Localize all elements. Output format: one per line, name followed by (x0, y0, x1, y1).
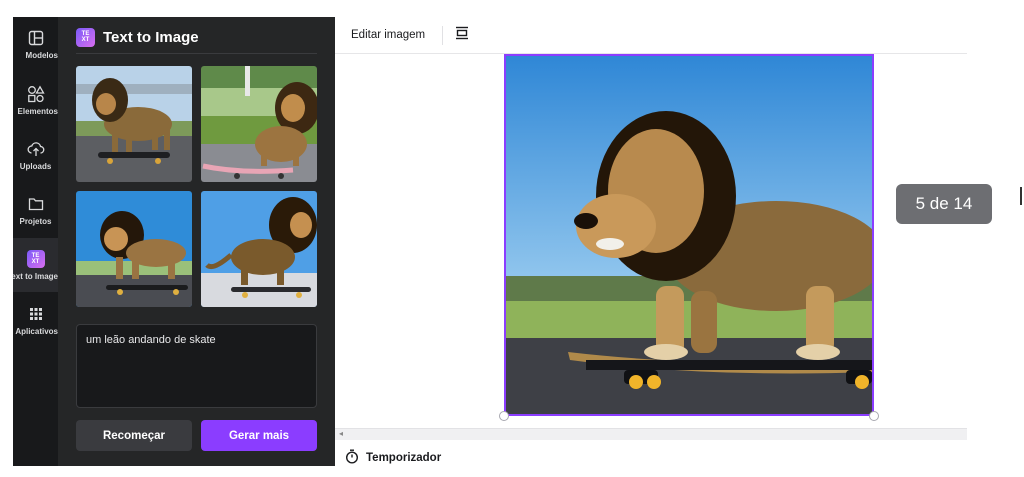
timer-button[interactable]: Temporizador (345, 449, 441, 467)
sidebar-item-elementos[interactable]: Elementos (13, 73, 58, 127)
sidebar-item-uploads[interactable]: Uploads (13, 128, 58, 182)
result-thumbnail-1[interactable] (76, 66, 192, 182)
page-indicator: 5 de 14 (896, 184, 992, 224)
resize-handle-bottom-left[interactable] (499, 411, 509, 421)
divider (442, 26, 443, 45)
sidebar-item-label: Elementos (17, 107, 58, 116)
selected-canvas-image[interactable] (504, 54, 874, 416)
sidebar-item-label: Text to Image (13, 272, 58, 281)
divider (76, 53, 317, 54)
text-to-image-app-icon: TE XT (26, 249, 46, 269)
resize-handle-bottom-right[interactable] (869, 411, 879, 421)
timer-label: Temporizador (366, 452, 442, 464)
result-thumbnail-4[interactable] (201, 191, 317, 307)
panel-header: TE XT Text to Image (76, 26, 199, 48)
editor-footer: Temporizador (335, 441, 967, 473)
position-button[interactable] (452, 25, 472, 45)
panel-title: Text to Image (103, 28, 199, 46)
app-frame: Modelos Elementos Uploads Projetos TE XT … (0, 0, 1024, 477)
stopwatch-icon (345, 449, 359, 467)
folder-icon (26, 194, 46, 214)
scroll-left-icon[interactable]: ◂ (339, 429, 343, 438)
generate-more-button[interactable]: Gerar mais (201, 420, 317, 451)
layout-icon (26, 28, 46, 48)
restart-button[interactable]: Recomeçar (76, 420, 192, 451)
text-cursor (1020, 187, 1022, 205)
shapes-icon (26, 84, 46, 104)
sidebar-item-label: Uploads (19, 162, 52, 171)
prompt-textarea[interactable]: um leão andando de skate (76, 324, 317, 408)
edit-image-button[interactable]: Editar imagem (343, 25, 433, 45)
sidebar-rail: Modelos Elementos Uploads Projetos TE XT … (13, 17, 58, 466)
apps-grid-icon (26, 304, 46, 324)
sidebar-item-projetos[interactable]: Projetos (13, 183, 58, 237)
cloud-upload-icon (26, 139, 46, 159)
sidebar-item-modelos[interactable]: Modelos (13, 17, 58, 71)
result-thumbnail-3[interactable] (76, 191, 192, 307)
horizontal-scrollbar[interactable]: ◂ (335, 428, 967, 440)
position-icon (455, 26, 469, 45)
sidebar-item-label: Modelos (25, 51, 58, 60)
sidebar-item-label: Projetos (19, 217, 52, 226)
result-thumbnail-2[interactable] (201, 66, 317, 182)
sidebar-item-text-to-image[interactable]: TEXT Text to Image (13, 238, 58, 292)
editor-toolbar: Editar imagem (335, 17, 967, 54)
sidebar-item-aplicativos[interactable]: Aplicativos (13, 293, 58, 347)
text-to-image-app-icon: TE XT (76, 27, 95, 47)
sidebar-item-label: Aplicativos (15, 327, 58, 336)
text-to-image-panel: TE XT Text to Image um leão andando de s… (58, 17, 335, 466)
